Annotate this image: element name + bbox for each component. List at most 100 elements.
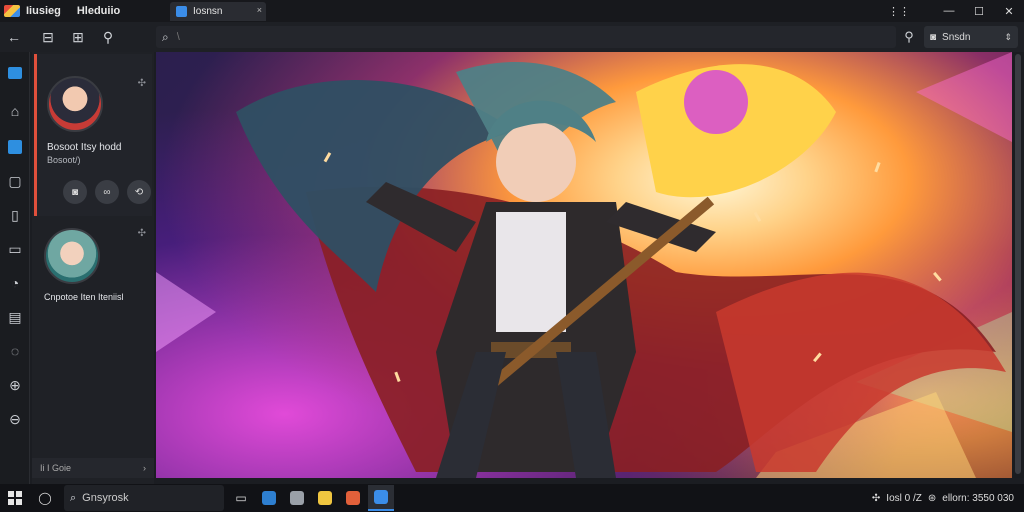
start-menu-icon[interactable] [8, 491, 22, 505]
window-icon: ▭ [8, 240, 22, 257]
link-button[interactable]: ∞ [95, 180, 119, 204]
desktop-icon: ▭ [235, 491, 247, 505]
taskbar-app-media[interactable] [340, 485, 366, 511]
files-app-icon [262, 491, 276, 505]
title-bar: Iiusieg Hleduiio Iosnsn × ⋮⋮ — ☐ ✕ [0, 0, 1024, 22]
back-button[interactable]: ← [2, 25, 26, 49]
rail-item-document[interactable]: ▤ [0, 302, 30, 332]
taskbar-search[interactable]: ⌕ Gnsyrosk [64, 485, 224, 511]
rail-item-folder[interactable]: ▢ [0, 166, 30, 196]
network-icon[interactable]: ⊛ [928, 493, 936, 504]
close-button[interactable]: ✕ [994, 5, 1024, 18]
share-icon: ⟲ [134, 186, 144, 198]
rail-item-home[interactable] [0, 58, 30, 88]
taskbar-app-calculator[interactable] [284, 485, 310, 511]
settings-gear-icon[interactable]: ✣ [872, 493, 880, 504]
account-icon[interactable]: ⚲ [898, 26, 920, 48]
viewer-app-icon [374, 490, 388, 504]
search-icon: ⌕ [162, 29, 169, 44]
library-button[interactable]: ⊞ [66, 25, 90, 49]
folder-icon: ▢ [8, 172, 22, 189]
library-active-icon [8, 140, 22, 154]
book-icon: ▯ [11, 206, 19, 223]
controller-icon: ⊖ [9, 410, 21, 427]
library-icon: ⊞ [72, 28, 84, 45]
bookmark-icon: ⊟ [42, 28, 54, 45]
document-icon: ▤ [8, 308, 22, 325]
taskbar-app-desktop[interactable]: ▭ [228, 485, 254, 511]
camera-icon: ◙ [930, 31, 937, 43]
footer-label: Ii I Goie [40, 463, 72, 473]
search-icon: ⌕ [70, 491, 77, 504]
chevron-up-down-icon: ⇕ [1004, 31, 1012, 42]
bookmark-button[interactable]: ⊟ [36, 25, 60, 49]
taskbar-app-folder[interactable] [312, 485, 338, 511]
circle-icon: ◯ [38, 491, 52, 505]
chat-icon: ◌ [10, 343, 20, 359]
tab-label: Iosnsn [193, 6, 223, 17]
left-rail: ⌂ ▢ ▯ ▭ ◔ ▤ ◌ ⊕ ⊖ [0, 52, 30, 484]
rail-item-clock[interactable]: ◔ [0, 268, 30, 298]
minimize-button[interactable]: — [934, 5, 964, 17]
tab-close-icon[interactable]: × [257, 5, 262, 15]
rail-item-store[interactable]: ⌂ [0, 96, 30, 126]
taskbar-app-viewer[interactable] [368, 485, 394, 511]
view-dropdown[interactable]: ◙ Snsdn ⇕ [924, 26, 1018, 48]
camera-icon: ◙ [71, 186, 79, 198]
avatar [47, 76, 103, 132]
app-name: Iiusieg [26, 5, 61, 17]
image-viewer[interactable] [156, 52, 1012, 478]
rail-item-book[interactable]: ▯ [0, 200, 30, 230]
link-icon: ∞ [103, 186, 111, 198]
search-bar[interactable]: ⌕ [156, 26, 896, 48]
taskbar-search-label: Gnsyrosk [82, 492, 129, 504]
vertical-scrollbar[interactable] [1012, 52, 1024, 478]
folder-app-icon [318, 491, 332, 505]
card-actions: ◙ ∞ ⟲ [63, 180, 151, 204]
calculator-icon [290, 491, 304, 505]
system-tray: ✣ Iosl 0 /Z ⊛ ellorn: 3550 030 [872, 484, 1014, 512]
card-name: Bosoot Itsy hodd [47, 142, 122, 153]
character-card-1[interactable]: ✣ Bosoot Itsy hodd Bosoot/) ◙ ∞ ⟲ [34, 54, 152, 216]
rail-item-library[interactable] [0, 132, 30, 162]
share-button[interactable]: ⟲ [127, 180, 151, 204]
more-options-icon[interactable]: ⋮⋮ [884, 5, 914, 18]
settings-gear-icon[interactable]: ✣ [138, 78, 146, 89]
character-card-2[interactable]: ✣ Cnpotoe Iten Iteniisl [34, 220, 152, 320]
home-app-icon [8, 67, 22, 79]
person-icon: ⚲ [102, 28, 114, 45]
settings-gear-icon[interactable]: ✣ [138, 228, 146, 239]
rail-item-controller[interactable]: ⊖ [0, 404, 30, 434]
side-panel: ✣ Bosoot Itsy hodd Bosoot/) ◙ ∞ ⟲ ✣ Cnpo… [32, 52, 154, 484]
tab-active[interactable]: Iosnsn × [170, 2, 266, 21]
tray-clock[interactable]: ellorn: 3550 030 [942, 493, 1014, 504]
scrollbar-thumb[interactable] [1015, 54, 1021, 474]
taskbar: ◯ ⌕ Gnsyrosk ▭ ✣ Iosl 0 /Z ⊛ ellorn: 355… [0, 484, 1024, 512]
dropdown-label: Snsdn [942, 31, 971, 43]
panel-footer[interactable]: Ii I Goie › [32, 458, 154, 478]
app-logo-icon [4, 5, 20, 17]
chevron-right-icon: › [143, 463, 146, 473]
globe-icon: ⊕ [9, 376, 21, 393]
avatar [44, 228, 100, 284]
search-input[interactable] [176, 31, 857, 43]
media-app-icon [346, 491, 360, 505]
profile-button[interactable]: ⚲ [96, 25, 120, 49]
tab-app-icon [176, 6, 187, 17]
rail-item-window[interactable]: ▭ [0, 234, 30, 264]
task-view-button[interactable]: ◯ [32, 485, 58, 511]
card-name: Cnpotoe Iten Iteniisl [44, 292, 124, 302]
camera-button[interactable]: ◙ [63, 180, 87, 204]
back-arrow-icon: ← [7, 29, 21, 45]
anime-character-artwork [156, 52, 1012, 478]
clock-icon: ◔ [10, 275, 20, 291]
maximize-button[interactable]: ☐ [964, 5, 994, 18]
store-icon: ⌂ [10, 103, 20, 119]
card-subtitle: Bosoot/) [47, 155, 81, 165]
taskbar-app-files[interactable] [256, 485, 282, 511]
window-controls: ⋮⋮ — ☐ ✕ [884, 0, 1024, 22]
menu-item[interactable]: Hleduiio [77, 5, 120, 17]
rail-item-chat[interactable]: ◌ [0, 336, 30, 366]
tray-text: Iosl 0 /Z [886, 492, 922, 504]
rail-item-globe[interactable]: ⊕ [0, 370, 30, 400]
